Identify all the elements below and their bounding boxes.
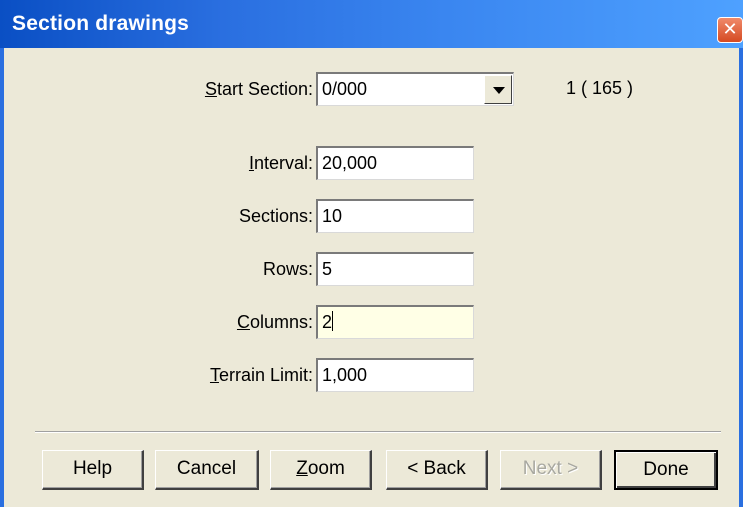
rows-label: Rows: [262,259,313,279]
button-separator [35,431,721,433]
title-bar[interactable]: Section drawings ✕ [0,0,743,48]
zoom-button[interactable]: Zoom [270,450,372,490]
back-button[interactable]: < Back [386,450,488,490]
start-section-label: Start Section: [204,79,313,99]
terrain-limit-label: Terrain Limit: [209,365,313,385]
start-section-dropdown[interactable]: 0/000 [316,72,514,106]
done-button[interactable]: Done [614,450,718,490]
next-button[interactable]: Next > [500,450,602,490]
chevron-down-icon [493,87,505,94]
interval-label: Interval: [248,153,313,173]
dropdown-button[interactable] [484,75,512,104]
columns-input[interactable]: 2 [316,305,474,339]
window-title: Section drawings [12,12,190,35]
start-section-value: 0/000 [322,79,368,99]
sections-label: Sections: [238,206,313,226]
columns-label: Columns: [236,312,313,332]
cancel-button[interactable]: Cancel [155,450,259,490]
text-caret [332,311,334,331]
sections-input[interactable]: 10 [316,199,474,233]
window-frame-left [0,48,4,507]
rows-input[interactable]: 5 [316,252,474,286]
close-icon[interactable]: ✕ [717,17,743,43]
interval-input[interactable]: 20,000 [316,146,474,180]
help-button[interactable]: Help [42,450,144,490]
columns-value: 2 [322,312,333,332]
section-drawings-dialog: Section drawings ✕ Start Section: 0/000 … [0,0,743,507]
window-frame-right [739,48,743,507]
section-count-text: 1 ( 165 ) [566,78,634,98]
terrain-limit-input[interactable]: 1,000 [316,358,474,392]
